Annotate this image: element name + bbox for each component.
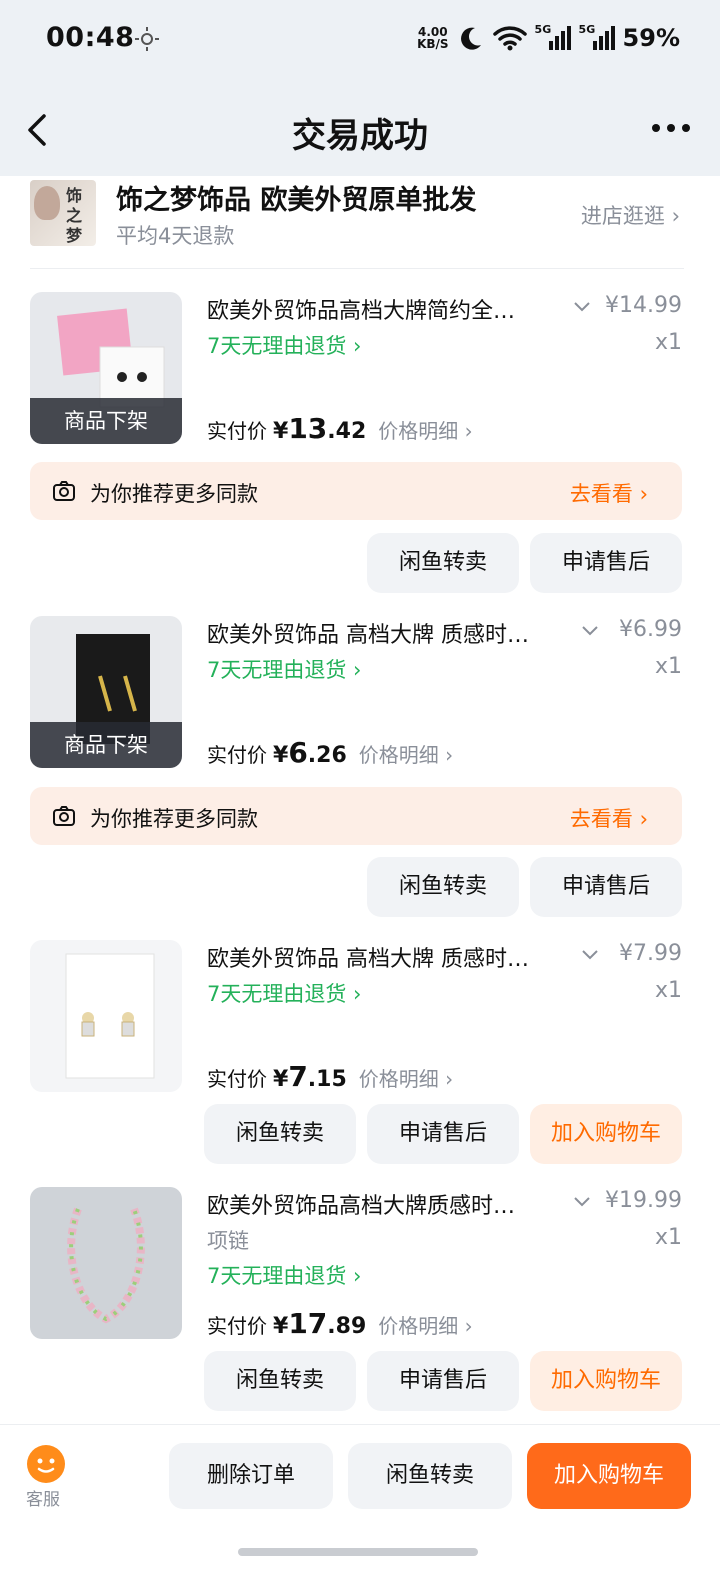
camera-icon [53,806,75,826]
product-price: ¥7.99 [619,941,682,966]
recommend-similar-banner[interactable]: 为你推荐更多同款 去看看 › [30,462,682,520]
price-detail-link[interactable]: 价格明细 › [359,743,453,767]
product-thumbnail[interactable]: 商品下架 [30,292,182,444]
net-speed: 4.00 KB/S [417,25,449,51]
chevron-down-icon[interactable] [573,1196,591,1208]
resell-button[interactable]: 闲鱼转卖 [204,1104,356,1164]
product-thumbnail[interactable] [30,1187,182,1339]
product-title[interactable]: 欧美外贸饰品高档大牌简约全… [207,293,515,325]
return-policy[interactable]: 7天无理由退货 › [207,978,361,1008]
price-detail-link[interactable]: 价格明细 › [359,1067,453,1091]
recommend-go-link[interactable]: 去看看 › [570,803,648,833]
resell-button[interactable]: 闲鱼转卖 [348,1443,512,1509]
necklace-image [67,1207,145,1324]
moon-icon [460,27,481,50]
resell-button[interactable]: 闲鱼转卖 [204,1351,356,1411]
after-sale-button[interactable]: 申请售后 [367,1104,519,1164]
recommend-text: 为你推荐更多同款 [90,482,258,506]
status-time: 00:48 [46,22,135,53]
delete-order-button[interactable]: 删除订单 [169,1443,333,1509]
battery-level: 59% [622,24,680,52]
product-status-label: 商品下架 [30,722,182,768]
enter-shop-link[interactable]: 进店逛逛 › [581,200,680,230]
resell-button[interactable]: 闲鱼转卖 [367,533,519,593]
product-price: ¥6.99 [619,617,682,642]
product-title[interactable]: 欧美外贸饰品 高档大牌 质感时… [207,617,529,649]
after-sale-button[interactable]: 申请售后 [530,533,682,593]
product-price: ¥14.99 [605,293,682,318]
product-price: ¥19.99 [605,1188,682,1213]
customer-service-icon[interactable] [27,1445,65,1483]
camera-icon [53,481,75,501]
after-sale-button[interactable]: 申请售后 [530,857,682,917]
more-icon[interactable] [652,124,690,132]
add-to-cart-button[interactable]: 加入购物车 [530,1104,682,1164]
divider [30,268,684,269]
paid-price: 实付价 ¥6.26 价格明细 › [207,736,454,769]
bottom-action-bar: 客服 删除订单 闲鱼转卖 加入购物车 [0,1424,720,1584]
shop-header[interactable]: 饰之梦 饰之梦饰品 欧美外贸原单批发 平均4天退款 进店逛逛 › [30,178,684,268]
add-to-cart-button[interactable]: 加入购物车 [530,1351,682,1411]
recommend-similar-banner[interactable]: 为你推荐更多同款 去看看 › [30,787,682,845]
product-title[interactable]: 欧美外贸饰品高档大牌质感时… [207,1188,515,1220]
resell-button[interactable]: 闲鱼转卖 [367,857,519,917]
product-quantity: x1 [654,978,682,1003]
chevron-down-icon[interactable] [581,625,599,637]
page-title: 交易成功 [292,116,428,156]
return-policy[interactable]: 7天无理由退货 › [207,1260,361,1290]
product-status-label: 商品下架 [30,398,182,444]
shop-name[interactable]: 饰之梦饰品 欧美外贸原单批发 [116,178,476,217]
recommend-text: 为你推荐更多同款 [90,807,258,831]
return-policy[interactable]: 7天无理由退货 › [207,654,361,684]
product-spec: 项链 [207,1229,249,1253]
product-quantity: x1 [654,1225,682,1250]
product-thumbnail[interactable]: 商品下架 [30,616,182,768]
status-bar: 00:48 4.00 KB/S 5G 5G 59% [0,0,720,84]
paid-price: 实付价 ¥7.15 价格明细 › [207,1060,454,1093]
recommend-go-link[interactable]: 去看看 › [570,478,648,508]
signal-icon: 5G [535,23,571,53]
sun-icon [135,27,159,51]
nav-bar: 交易成功 [0,84,720,176]
paid-price: 实付价 ¥17.89 价格明细 › [207,1307,473,1340]
shop-logo[interactable]: 饰之梦 [30,180,96,246]
customer-service-label[interactable]: 客服 [26,1485,60,1510]
earring-card-image [65,953,155,1079]
product-quantity: x1 [654,330,682,355]
chevron-down-icon[interactable] [581,949,599,961]
home-indicator[interactable] [238,1548,478,1556]
add-to-cart-button[interactable]: 加入购物车 [527,1443,691,1509]
product-thumbnail[interactable] [30,940,182,1092]
chevron-down-icon[interactable] [573,301,591,313]
shop-refund-info: 平均4天退款 [116,224,235,248]
wifi-icon [492,26,527,51]
paid-price: 实付价 ¥13.42 价格明细 › [207,412,473,445]
after-sale-button[interactable]: 申请售后 [367,1351,519,1411]
status-icons: 4.00 KB/S 5G 5G 59% [417,18,680,58]
return-policy[interactable]: 7天无理由退货 › [207,330,361,360]
product-quantity: x1 [654,654,682,679]
price-detail-link[interactable]: 价格明细 › [378,1314,472,1338]
price-detail-link[interactable]: 价格明细 › [378,419,472,443]
signal-icon: 5G [579,23,615,53]
product-title[interactable]: 欧美外贸饰品 高档大牌 质感时… [207,941,529,973]
